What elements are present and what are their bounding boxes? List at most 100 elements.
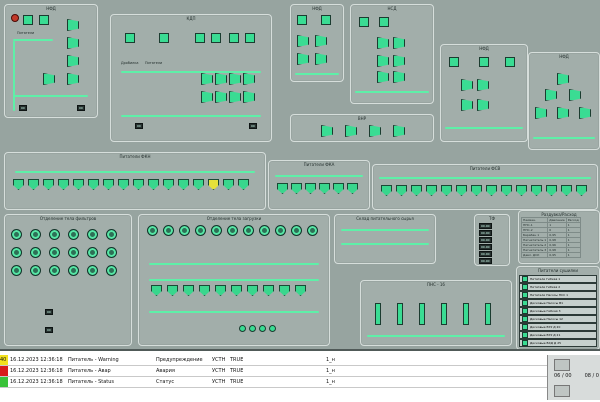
gauge-icon[interactable] — [291, 225, 302, 236]
fan-icon[interactable] — [377, 37, 389, 49]
fan-icon[interactable] — [67, 19, 79, 31]
gauge-icon[interactable] — [147, 225, 158, 236]
hopper-icon[interactable] — [211, 33, 221, 43]
hopper-icon[interactable] — [561, 185, 572, 196]
hopper-icon[interactable] — [245, 33, 255, 43]
gauge-icon[interactable] — [49, 265, 60, 276]
motor-icon[interactable] — [269, 325, 276, 332]
hopper-icon[interactable] — [28, 179, 39, 190]
fan-icon[interactable] — [535, 107, 547, 119]
hopper-icon[interactable] — [39, 15, 49, 25]
hopper-icon[interactable] — [183, 285, 194, 296]
hopper-icon[interactable] — [103, 179, 114, 190]
hopper-icon[interactable] — [347, 183, 358, 194]
motor-icon[interactable] — [259, 325, 266, 332]
hopper-icon[interactable] — [359, 17, 369, 27]
hopper-icon[interactable] — [297, 15, 307, 25]
hopper-icon[interactable] — [505, 57, 515, 67]
gauge-icon[interactable] — [195, 225, 206, 236]
fan-icon[interactable] — [43, 73, 55, 85]
fan-icon[interactable] — [579, 107, 591, 119]
hopper-icon[interactable] — [319, 183, 330, 194]
scroll-down-button[interactable] — [554, 385, 570, 397]
motor-icon[interactable] — [239, 325, 246, 332]
gauge-icon[interactable] — [11, 247, 22, 258]
hopper-icon[interactable] — [295, 285, 306, 296]
hopper-icon[interactable] — [449, 57, 459, 67]
fan-icon[interactable] — [229, 73, 241, 85]
hopper-icon[interactable] — [291, 183, 302, 194]
gauge-icon[interactable] — [30, 229, 41, 240]
legend-item[interactable]: Дисковые ВХД Д 25 — [519, 339, 597, 347]
fan-icon[interactable] — [345, 125, 357, 137]
gauge-icon[interactable] — [30, 265, 41, 276]
scroll-up-button[interactable] — [554, 359, 570, 371]
alarm-row[interactable]: 40 16.12.2023 12:36:18 Питатель - Warning П… — [0, 355, 548, 366]
legend-item[interactable]: Питатели Гибкая 1 — [519, 275, 597, 283]
hopper-icon[interactable] — [193, 179, 204, 190]
fan-icon[interactable] — [393, 71, 405, 83]
fan-icon[interactable] — [315, 53, 327, 65]
hopper-icon[interactable] — [263, 285, 274, 296]
hopper-icon[interactable] — [148, 179, 159, 190]
hopper-icon[interactable] — [456, 185, 467, 196]
fan-icon[interactable] — [215, 73, 227, 85]
fan-icon[interactable] — [229, 91, 241, 103]
hopper-icon[interactable] — [576, 185, 587, 196]
hopper-icon[interactable] — [199, 285, 210, 296]
hopper-icon[interactable] — [321, 15, 331, 25]
gauge-icon[interactable] — [227, 225, 238, 236]
hopper-icon[interactable] — [516, 185, 527, 196]
hopper-icon[interactable] — [531, 185, 542, 196]
hopper-icon[interactable] — [88, 179, 99, 190]
hopper-icon[interactable] — [479, 57, 489, 67]
fan-icon[interactable] — [545, 89, 557, 101]
hopper-icon[interactable] — [133, 179, 144, 190]
hopper-icon[interactable] — [279, 285, 290, 296]
hopper-icon[interactable] — [215, 285, 226, 296]
legend-item[interactable]: Дисковые ЕХУ Д 20 — [519, 323, 597, 331]
fan-icon[interactable] — [557, 107, 569, 119]
hopper-icon[interactable] — [471, 185, 482, 196]
hopper-icon[interactable] — [501, 185, 512, 196]
fan-icon[interactable] — [67, 37, 79, 49]
hopper-icon[interactable] — [411, 185, 422, 196]
hopper-icon[interactable] — [396, 185, 407, 196]
gauge-icon[interactable] — [179, 225, 190, 236]
gauge-icon[interactable] — [68, 247, 79, 258]
legend-item[interactable]: Питатели Насосы НСС 1 — [519, 291, 597, 299]
hopper-icon[interactable] — [247, 285, 258, 296]
hopper-icon[interactable] — [125, 33, 135, 43]
gauge-icon[interactable] — [49, 229, 60, 240]
gauge-icon[interactable] — [243, 225, 254, 236]
hopper-icon[interactable] — [151, 285, 162, 296]
hopper-icon[interactable] — [13, 179, 24, 190]
alarm-row[interactable]: 16.12.2023 12:36:18 Питатель - Авар Авария… — [0, 366, 548, 377]
hopper-icon[interactable] — [208, 179, 219, 190]
gauge-icon[interactable] — [68, 265, 79, 276]
gauge-icon[interactable] — [87, 229, 98, 240]
gauge-icon[interactable] — [106, 247, 117, 258]
fan-icon[interactable] — [477, 79, 489, 91]
hopper-icon[interactable] — [118, 179, 129, 190]
gauge-icon[interactable] — [275, 225, 286, 236]
fan-icon[interactable] — [393, 37, 405, 49]
motor-icon[interactable] — [249, 325, 256, 332]
hopper-icon[interactable] — [333, 183, 344, 194]
gauge-icon[interactable] — [87, 247, 98, 258]
hopper-icon[interactable] — [381, 185, 392, 196]
hopper-icon[interactable] — [229, 33, 239, 43]
hopper-icon[interactable] — [58, 179, 69, 190]
hopper-icon[interactable] — [231, 285, 242, 296]
hopper-icon[interactable] — [23, 15, 33, 25]
legend-item[interactable]: Дисковые ЕХУ Д 21 — [519, 331, 597, 339]
hopper-icon[interactable] — [223, 179, 234, 190]
hopper-icon[interactable] — [379, 17, 389, 27]
legend-item[interactable]: Дисковые Гибкая 3 — [519, 307, 597, 315]
fan-icon[interactable] — [321, 125, 333, 137]
hopper-icon[interactable] — [159, 33, 169, 43]
legend-item[interactable]: Дисковые Насосы 12 — [519, 315, 597, 323]
fan-icon[interactable] — [477, 99, 489, 111]
fan-icon[interactable] — [569, 89, 581, 101]
hopper-icon[interactable] — [178, 179, 189, 190]
